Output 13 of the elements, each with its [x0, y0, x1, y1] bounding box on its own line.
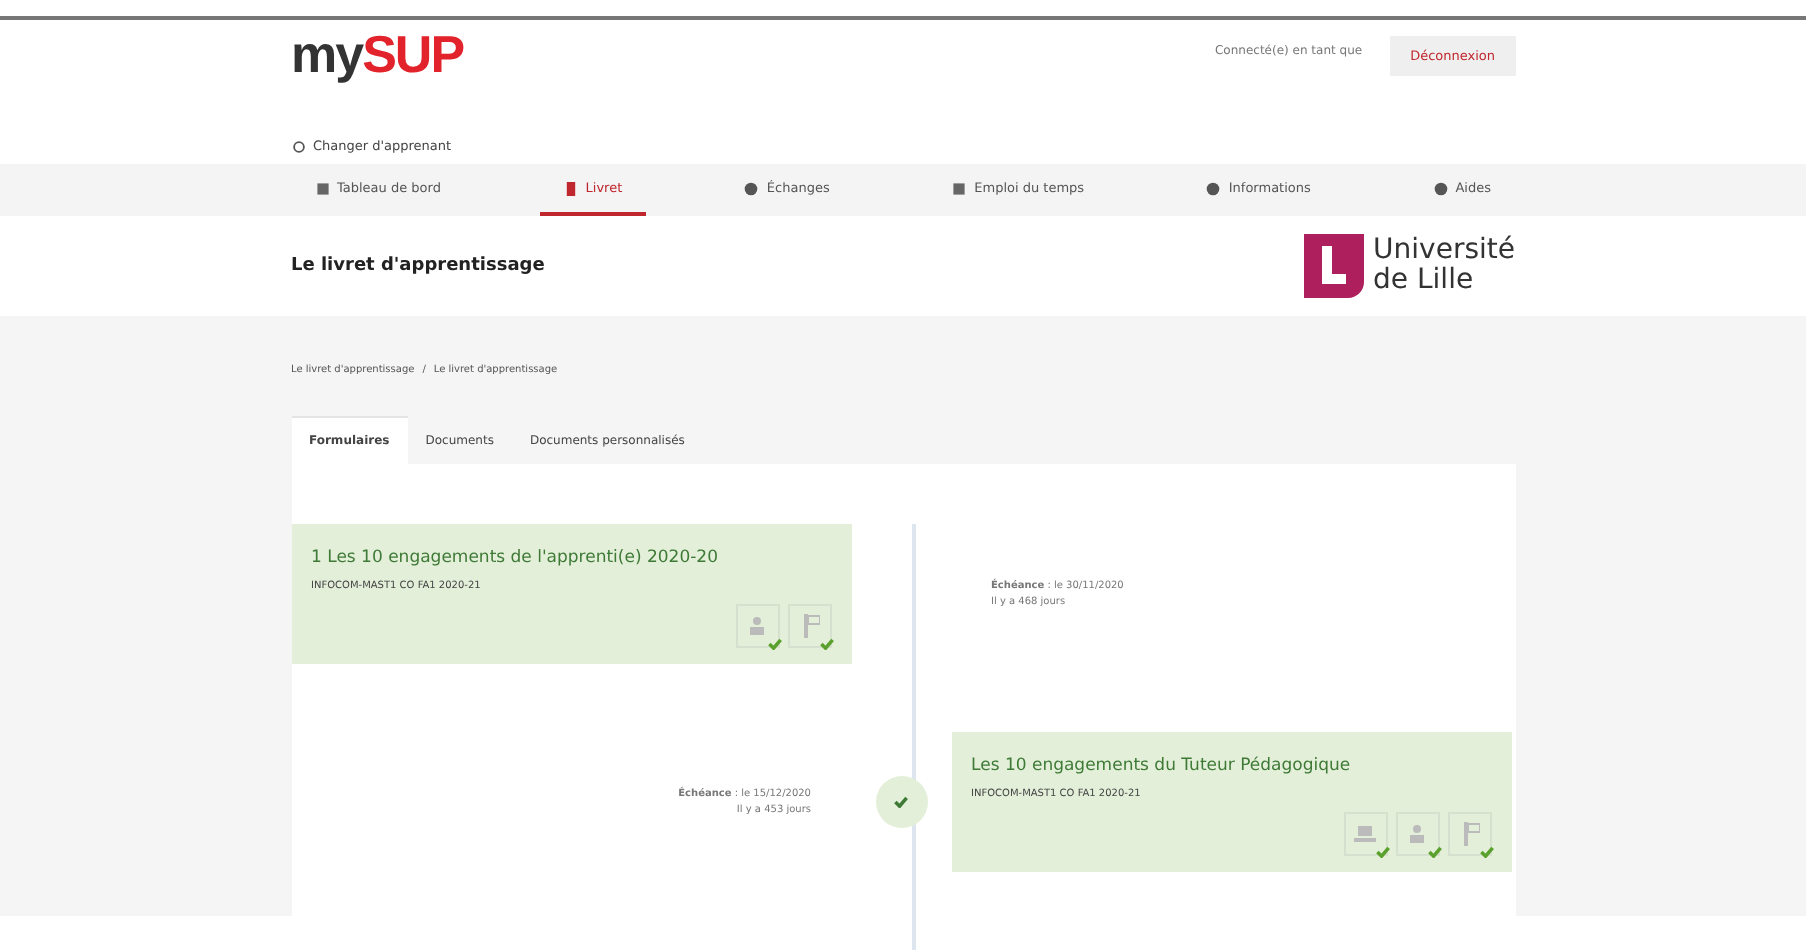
signpost-icon: [1459, 822, 1479, 846]
page-title: Le livret d'apprentissage: [291, 256, 545, 276]
university-logo-icon: [1303, 234, 1364, 298]
laptop-icon: [1354, 826, 1376, 842]
refresh-icon: [291, 139, 305, 153]
form-title: 1 Les 10 engagements de l'apprenti(e) 2020-20: [311, 548, 721, 568]
person-icon: [748, 616, 766, 636]
person-icon: [1408, 824, 1426, 844]
logo: mySUP: [291, 28, 464, 80]
signpost-icon: [799, 614, 819, 638]
form-title: Les 10 engagements du Tuteur Pédagogique: [971, 756, 1353, 776]
university-name: Université de Lille: [1373, 236, 1515, 296]
book-icon: [563, 181, 578, 195]
